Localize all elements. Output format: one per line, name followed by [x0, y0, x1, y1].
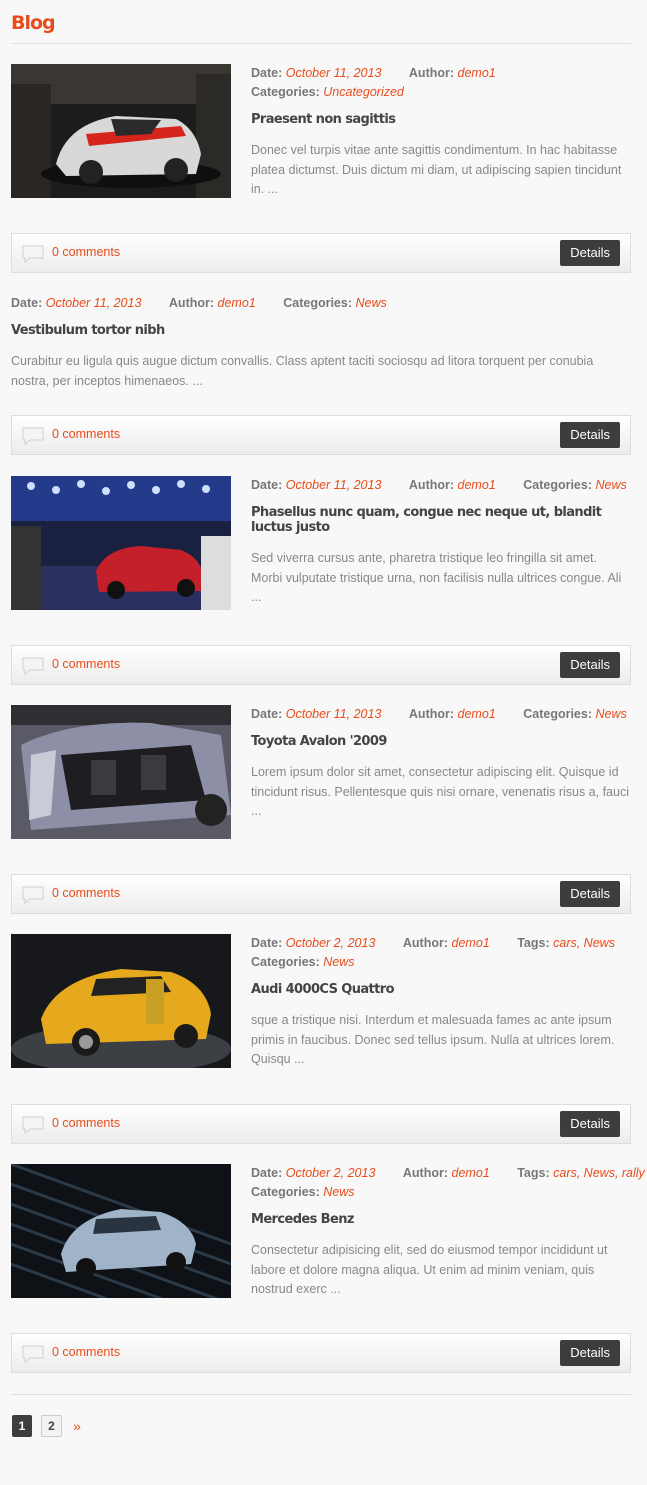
comments-link[interactable]: 0 comments: [52, 1116, 120, 1130]
author-label: Author:: [168, 296, 215, 310]
comments-link[interactable]: 0 comments: [52, 245, 120, 259]
categories-label: Categories:: [283, 296, 353, 310]
post-date-link[interactable]: October 2, 2013: [286, 1166, 376, 1180]
post-title[interactable]: Toyota Avalon '2009: [251, 734, 631, 749]
post-footer-bar: 0 comments Details: [11, 874, 631, 914]
comment-icon: [22, 1345, 44, 1363]
blog-page: Blog Date: October 11, 2013 Author: demo…: [0, 0, 647, 1485]
post-footer-bar: 0 comments Details: [11, 415, 631, 455]
post-excerpt: Lorem ipsum dolor sit amet, consectetur …: [251, 765, 629, 818]
comment-icon: [22, 427, 44, 445]
post-footer-bar: 0 comments Details: [11, 233, 631, 273]
post-category-link[interactable]: News: [596, 478, 627, 492]
author-label: Author:: [408, 707, 455, 721]
post-thumbnail[interactable]: [11, 476, 231, 610]
details-button[interactable]: Details: [560, 881, 620, 907]
post-category-link[interactable]: News: [323, 955, 354, 969]
tags-label: Tags:: [517, 1166, 550, 1180]
post-meta: Date: October 11, 2013 Author: demo1 Cat…: [251, 64, 631, 102]
post-excerpt: Curabitur eu ligula quis augue dictum co…: [11, 354, 594, 388]
details-button[interactable]: Details: [560, 1340, 620, 1366]
post-author-link[interactable]: demo1: [452, 1166, 490, 1180]
next-page-link[interactable]: »: [67, 1415, 87, 1437]
post-date-link[interactable]: October 2, 2013: [286, 936, 376, 950]
author-label: Author:: [408, 478, 455, 492]
post-date-link[interactable]: October 11, 2013: [286, 707, 382, 721]
date-label: Date:: [251, 478, 283, 492]
post-date-link[interactable]: October 11, 2013: [286, 66, 382, 80]
post-category-link[interactable]: News: [323, 1185, 354, 1199]
post-category-link[interactable]: News: [596, 707, 627, 721]
post-thumbnail[interactable]: [11, 934, 231, 1068]
post-title[interactable]: Mercedes Benz: [251, 1212, 631, 1227]
post-meta: Date: October 11, 2013 Author: demo1 Cat…: [251, 705, 631, 724]
comment-icon: [22, 1116, 44, 1134]
post-title[interactable]: Phasellus nunc quam, congue nec neque ut…: [251, 505, 631, 535]
comment-icon: [22, 657, 44, 675]
post-author-link[interactable]: demo1: [458, 707, 496, 721]
author-label: Author:: [408, 66, 455, 80]
post-thumbnail[interactable]: [11, 64, 231, 198]
title-divider: [11, 43, 631, 44]
post-meta: Date: October 2, 2013 Author: demo1 Tags…: [251, 934, 631, 972]
post-footer-bar: 0 comments Details: [11, 1104, 631, 1144]
post-excerpt: Donec vel turpis vitae ante sagittis con…: [251, 143, 622, 196]
post-tags-link[interactable]: cars, News: [553, 936, 615, 950]
comment-icon: [22, 245, 44, 263]
comments-link[interactable]: 0 comments: [52, 657, 120, 671]
categories-label: Categories:: [523, 707, 593, 721]
comments-link[interactable]: 0 comments: [52, 886, 120, 900]
post-category-link[interactable]: News: [356, 296, 387, 310]
post-meta: Date: October 11, 2013 Author: demo1 Cat…: [251, 476, 631, 495]
author-label: Author:: [402, 936, 449, 950]
page-1-link[interactable]: 1: [12, 1415, 32, 1437]
post-title[interactable]: Praesent non sagittis: [251, 112, 631, 127]
post-author-link[interactable]: demo1: [218, 296, 256, 310]
post-excerpt: sque a tristique nisi. Interdum et males…: [251, 1013, 615, 1066]
post-title[interactable]: Vestibulum tortor nibh: [11, 323, 631, 338]
comment-icon: [22, 886, 44, 904]
details-button[interactable]: Details: [560, 240, 620, 266]
post-tags-link[interactable]: cars, News, rally: [553, 1166, 645, 1180]
comments-link[interactable]: 0 comments: [52, 1345, 120, 1359]
post-thumbnail[interactable]: [11, 1164, 231, 1298]
page-2-link[interactable]: 2: [41, 1415, 62, 1437]
author-label: Author:: [402, 1166, 449, 1180]
date-label: Date:: [251, 936, 283, 950]
comments-link[interactable]: 0 comments: [52, 427, 120, 441]
details-button[interactable]: Details: [560, 1111, 620, 1137]
post-title[interactable]: Audi 4000CS Quattro: [251, 982, 631, 997]
post-meta: Date: October 11, 2013 Author: demo1 Cat…: [11, 294, 631, 313]
categories-label: Categories:: [251, 85, 320, 99]
categories-label: Categories:: [523, 478, 593, 492]
post-date-link[interactable]: October 11, 2013: [286, 478, 382, 492]
categories-label: Categories:: [251, 955, 320, 969]
date-label: Date:: [11, 296, 43, 310]
categories-label: Categories:: [251, 1185, 320, 1199]
date-label: Date:: [251, 1166, 283, 1180]
date-label: Date:: [251, 707, 283, 721]
details-button[interactable]: Details: [560, 422, 620, 448]
post-date-link[interactable]: October 11, 2013: [46, 296, 142, 310]
post-footer-bar: 0 comments Details: [11, 1333, 631, 1373]
post-excerpt: Sed viverra cursus ante, pharetra tristi…: [251, 551, 622, 604]
details-button[interactable]: Details: [560, 652, 620, 678]
post-category-link[interactable]: Uncategorized: [323, 85, 404, 99]
page-title: Blog: [11, 12, 56, 34]
post-thumbnail[interactable]: [11, 705, 231, 839]
date-label: Date:: [251, 66, 283, 80]
tags-label: Tags:: [517, 936, 550, 950]
post-author-link[interactable]: demo1: [458, 478, 496, 492]
post-excerpt: Consectetur adipisicing elit, sed do eiu…: [251, 1243, 608, 1296]
post-author-link[interactable]: demo1: [458, 66, 496, 80]
post-author-link[interactable]: demo1: [452, 936, 490, 950]
post-footer-bar: 0 comments Details: [11, 645, 631, 685]
pagination-divider: [11, 1394, 631, 1395]
post-meta: Date: October 2, 2013 Author: demo1 Tags…: [251, 1164, 645, 1202]
